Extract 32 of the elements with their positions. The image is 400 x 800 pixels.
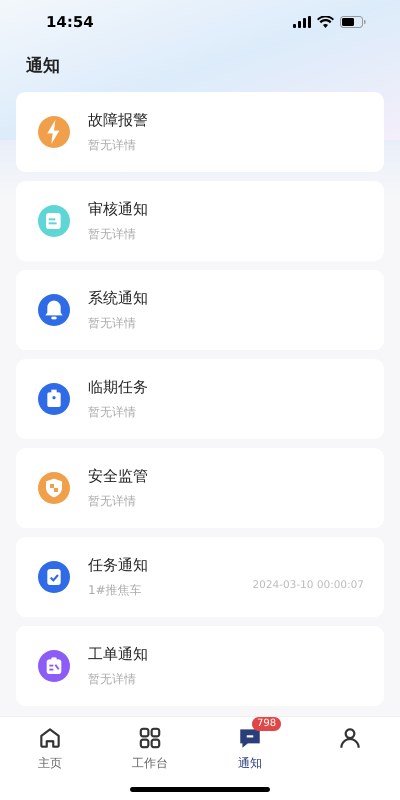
- notification-detail: 暂无详情: [88, 404, 136, 420]
- status-time: 14:54: [46, 12, 94, 33]
- notification-detail: 暂无详情: [88, 670, 136, 688]
- notification-title: 系统通知: [88, 288, 149, 308]
- wifi-icon: [317, 16, 334, 28]
- battery-icon: [340, 16, 366, 28]
- page-title: 通知: [26, 56, 60, 76]
- notification-detail: 暂无详情: [88, 136, 136, 154]
- notification-card[interactable]: 故障报警 暂无详情: [16, 92, 384, 172]
- notification-card[interactable]: 任务通知 1#推焦车 2024-03-10 00:00:07: [16, 536, 384, 616]
- notification-detail: 暂无详情: [88, 226, 136, 242]
- grid-icon: [137, 725, 163, 751]
- notification-card[interactable]: 审核通知 暂无详情: [16, 180, 384, 260]
- notification-detail: 暂无详情: [88, 314, 136, 332]
- notification-detail: 1#推焦车: [88, 582, 142, 598]
- badge: 798: [252, 717, 282, 731]
- notification-detail: 暂无详情: [88, 492, 136, 510]
- notification-title: 审核通知: [88, 198, 149, 218]
- notification-card[interactable]: 临期任务 暂无详情: [16, 358, 384, 438]
- tab-item[interactable]: 通知 798: [200, 717, 300, 772]
- signal-icon: [293, 16, 311, 28]
- notification-title: 工单通知: [88, 644, 149, 664]
- notification-title: 安全监管: [88, 466, 149, 486]
- notification-title: 故障报警: [88, 110, 149, 130]
- notification-time: 2024-03-10 00:00:07: [252, 578, 364, 593]
- notification-card[interactable]: 系统通知 暂无详情: [16, 270, 384, 350]
- notification-card[interactable]: 安全监管 暂无详情: [16, 448, 384, 528]
- tab-item[interactable]: 工作台: [100, 717, 200, 772]
- tab-item[interactable]: 主页: [0, 717, 100, 772]
- notification-title: 临期任务: [88, 376, 149, 396]
- notification-card[interactable]: 工单通知 暂无详情: [16, 626, 384, 706]
- notification-title: 任务通知: [88, 554, 149, 574]
